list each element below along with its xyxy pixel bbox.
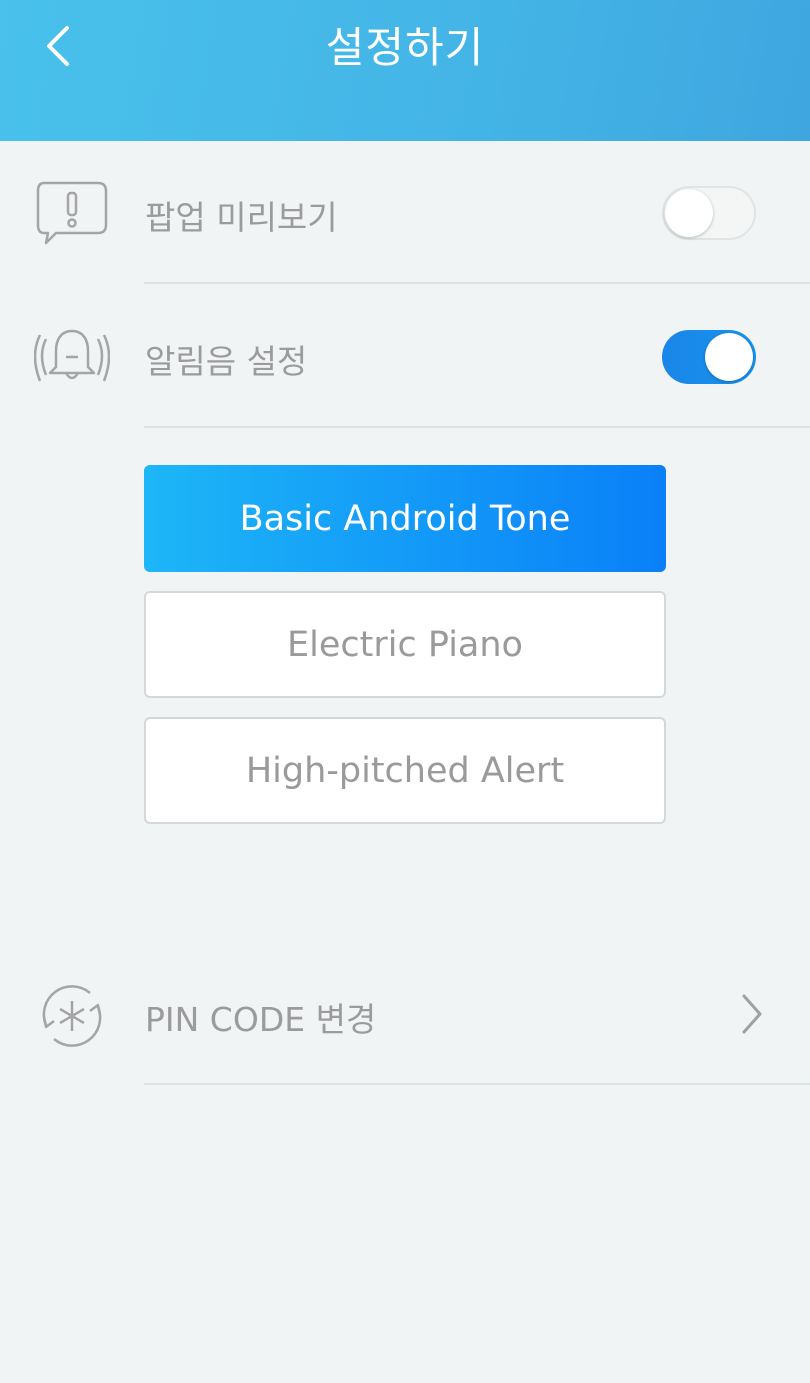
app-header: 설정하기 bbox=[0, 0, 810, 141]
popup-preview-row: 팝업 미리보기 bbox=[0, 141, 810, 281]
toggle-knob bbox=[705, 333, 753, 381]
pin-code-label: PIN CODE 변경 bbox=[145, 1000, 377, 1039]
tone-option-basic-android[interactable]: Basic Android Tone bbox=[144, 465, 666, 572]
toggle-knob bbox=[665, 189, 713, 237]
speech-bubble-exclamation-icon bbox=[36, 181, 108, 245]
popup-preview-label: 팝업 미리보기 bbox=[145, 198, 338, 237]
page-title: 설정하기 bbox=[325, 23, 485, 72]
divider bbox=[144, 282, 810, 284]
chevron-right-icon[interactable] bbox=[730, 992, 774, 1036]
pin-refresh-icon bbox=[42, 985, 102, 1047]
divider bbox=[144, 1083, 810, 1085]
tone-option-high-pitched-alert[interactable]: High-pitched Alert bbox=[144, 717, 666, 824]
divider bbox=[144, 426, 810, 428]
tone-option-electric-piano[interactable]: Electric Piano bbox=[144, 591, 666, 698]
tone-option-label: Electric Piano bbox=[287, 624, 523, 665]
tone-option-label: Basic Android Tone bbox=[239, 498, 571, 539]
sound-settings-row: 알림음 설정 bbox=[0, 285, 810, 425]
sound-settings-label: 알림음 설정 bbox=[145, 342, 308, 381]
bell-ringing-icon bbox=[34, 329, 110, 382]
sound-settings-toggle[interactable] bbox=[662, 330, 756, 384]
pin-code-row[interactable]: PIN CODE 변경 bbox=[0, 945, 810, 1085]
popup-preview-toggle[interactable] bbox=[662, 186, 756, 240]
tone-option-label: High-pitched Alert bbox=[245, 750, 565, 791]
